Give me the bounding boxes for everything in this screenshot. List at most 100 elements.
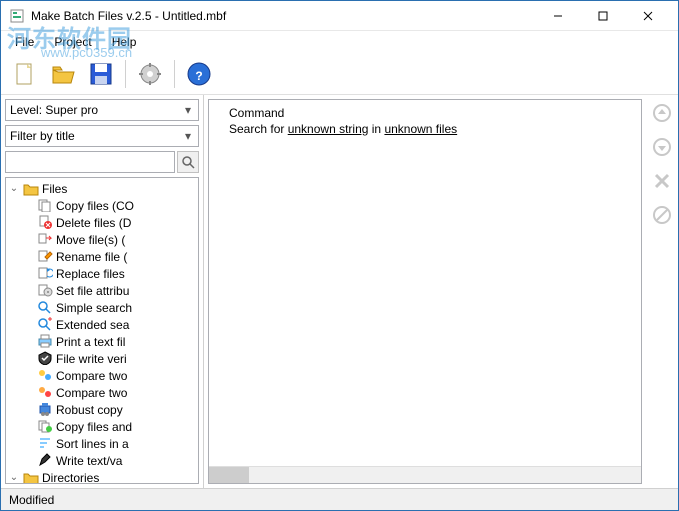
filter-combo[interactable]: Filter by title ▾ [5,125,199,147]
status-bar: Modified [1,488,678,510]
command-link-files[interactable]: unknown files [384,122,457,136]
tree-item[interactable]: Delete files (D [6,214,198,231]
settings-button[interactable] [134,58,166,90]
attributes-icon [37,283,53,299]
scrollbar-track[interactable] [209,467,624,483]
scrollbar-corner [624,467,641,483]
tree-item[interactable]: Replace files [6,265,198,282]
folder-icon [23,181,39,197]
new-button[interactable] [9,58,41,90]
minimize-button[interactable] [535,2,580,30]
folder-icon [23,470,39,485]
status-text: Modified [9,493,54,507]
tree-label: Copy files and [56,420,132,434]
robocopy-icon [37,402,53,418]
toolbar-separator [174,60,175,88]
tree-label: Compare two [56,369,127,383]
copy-icon [37,198,53,214]
open-button[interactable] [47,58,79,90]
tree-label: Compare two [56,386,127,400]
search-row [5,151,199,173]
tree-item[interactable]: Print a text fil [6,333,198,350]
save-button[interactable] [85,58,117,90]
chevron-down-icon: ▾ [180,102,196,118]
tree-item[interactable]: Sort lines in a [6,435,198,452]
verify-icon [37,351,53,367]
delete-icon [37,215,53,231]
compare-icon [37,368,53,384]
tree-item[interactable]: Extended sea [6,316,198,333]
print-icon [37,334,53,350]
right-toolbar [646,95,678,488]
search-plus-icon [37,317,53,333]
tree-label: Delete files (D [56,216,131,230]
pen-icon [37,453,53,469]
tree-item[interactable]: Compare two [6,367,198,384]
filter-label: Filter by title [10,129,75,143]
level-combo[interactable]: Level: Super pro ▾ [5,99,199,121]
search-button[interactable] [177,151,199,173]
tree-item[interactable]: File write veri [6,350,198,367]
rename-icon [37,249,53,265]
move-icon [37,232,53,248]
replace-icon [37,266,53,282]
main-area: Command Search for unknown string in unk… [204,95,678,488]
collapse-icon[interactable]: ⌄ [8,183,20,194]
move-up-button[interactable] [650,101,674,125]
search-input[interactable] [5,151,175,173]
editor-body[interactable] [209,136,641,466]
menu-help[interactable]: Help [104,33,145,51]
menu-project[interactable]: Project [46,33,99,51]
tree-root-files[interactable]: ⌄ Files [6,180,198,197]
tree-root-directories[interactable]: ⌄ Directories [6,469,198,484]
tree-item[interactable]: Robust copy [6,401,198,418]
tree-item[interactable]: Move file(s) ( [6,231,198,248]
toolbar-separator [125,60,126,88]
tree-item[interactable]: Copy files (CO [6,197,198,214]
tree-label: Write text/va [56,454,122,468]
maximize-button[interactable] [580,2,625,30]
tree-label: Simple search [56,301,132,315]
tree-label: Rename file ( [56,250,127,264]
command-text: Search for unknown string in unknown fil… [209,122,641,136]
tree-item[interactable]: Write text/va [6,452,198,469]
tree-item[interactable]: Compare two [6,384,198,401]
tree-item[interactable]: Rename file ( [6,248,198,265]
tree-item[interactable]: Simple search [6,299,198,316]
tree-label: File write veri [56,352,127,366]
horizontal-scrollbar[interactable] [209,466,641,483]
svg-text:?: ? [195,69,202,83]
menu-file[interactable]: File [7,33,42,51]
menu-bar: File Project Help [1,31,678,53]
scrollbar-thumb[interactable] [209,467,249,483]
compare-icon [37,385,53,401]
tree-label: Directories [42,471,99,485]
command-link-string[interactable]: unknown string [288,122,369,136]
help-button[interactable]: ? [183,58,215,90]
left-panel: Level: Super pro ▾ Filter by title ▾ ⌄ F… [1,95,204,488]
move-down-button[interactable] [650,135,674,159]
command-text-part: in [368,122,384,136]
collapse-icon[interactable]: ⌄ [8,472,20,483]
delete-item-button[interactable] [650,169,674,193]
tree-label: Print a text fil [56,335,125,349]
tree-item[interactable]: Set file attribu [6,282,198,299]
command-text-part: Search for [229,122,288,136]
search-icon [37,300,53,316]
command-tree[interactable]: ⌄ Files Copy files (CO Delete files (D M… [5,177,199,484]
toolbar: ? [1,53,678,95]
close-button[interactable] [625,2,670,30]
tree-label: Sort lines in a [56,437,129,451]
tree-label: Extended sea [56,318,129,332]
tree-label: Robust copy [56,403,123,417]
tree-item[interactable]: Copy files and [6,418,198,435]
command-header: Command [209,100,641,122]
title-bar: Make Batch Files v.2.5 - Untitled.mbf [1,1,678,31]
command-editor[interactable]: Command Search for unknown string in unk… [208,99,642,484]
tree-label: Set file attribu [56,284,129,298]
sort-icon [37,436,53,452]
level-label: Level: Super pro [10,103,98,117]
tree-label: Files [42,182,67,196]
app-icon [9,8,25,24]
disable-item-button[interactable] [650,203,674,227]
